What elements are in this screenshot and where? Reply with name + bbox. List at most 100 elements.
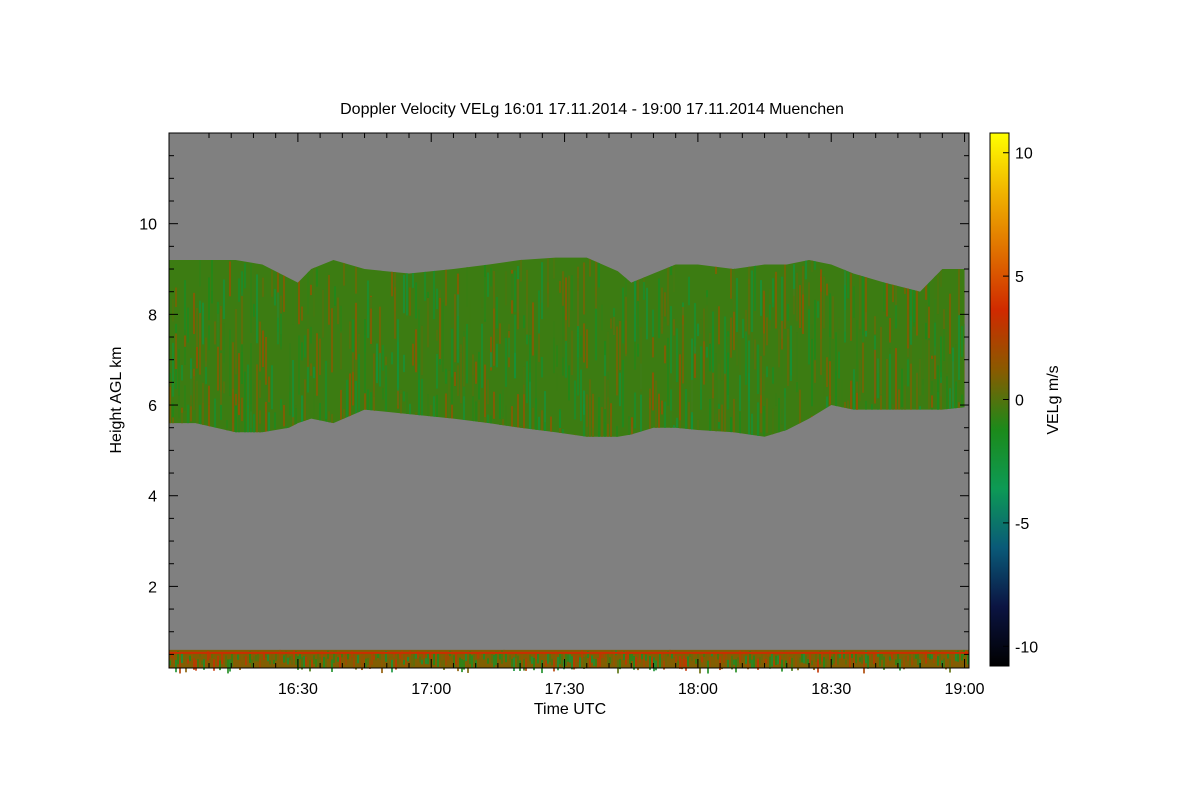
boundary-streak xyxy=(605,657,607,662)
cloud-streak xyxy=(850,273,852,341)
boundary-streak xyxy=(525,658,527,671)
boundary-streak xyxy=(407,657,409,662)
cloud-streak xyxy=(724,316,726,377)
cloud-streak xyxy=(586,394,588,427)
cloud-streak xyxy=(565,277,567,321)
boundary-streak xyxy=(509,654,511,660)
boundary-streak xyxy=(679,656,681,669)
cloud-streak xyxy=(280,399,282,411)
cloud-streak xyxy=(766,366,768,378)
cloud-streak xyxy=(304,335,306,358)
cloud-streak xyxy=(490,352,492,368)
cloud-streak xyxy=(472,358,474,397)
boundary-streak xyxy=(275,652,277,662)
x-tick-label: 18:30 xyxy=(811,681,851,698)
boundary-streak xyxy=(357,655,359,664)
boundary-streak xyxy=(857,657,859,664)
cloud-streak xyxy=(742,318,744,339)
boundary-streak xyxy=(709,657,711,668)
boundary-streak xyxy=(413,653,415,667)
boundary-streak xyxy=(575,654,577,669)
boundary-streak xyxy=(639,652,641,663)
cloud-streak xyxy=(583,262,585,315)
cloud-streak xyxy=(514,352,516,378)
cloud-streak xyxy=(415,329,417,373)
cloud-streak xyxy=(790,349,792,376)
cloud-streak xyxy=(529,335,531,382)
cloud-streak xyxy=(436,288,438,310)
cloud-streak xyxy=(625,297,627,357)
cloud-streak xyxy=(877,358,879,399)
boundary-streak xyxy=(507,659,509,667)
cloud-streak xyxy=(370,297,372,309)
boundary-streak xyxy=(351,650,353,658)
cloud-streak xyxy=(193,376,195,410)
boundary-streak xyxy=(523,659,525,671)
boundary-streak xyxy=(677,660,679,666)
cloud-streak xyxy=(676,328,678,383)
cloud-streak xyxy=(727,331,729,395)
boundary-streak xyxy=(223,655,225,661)
boundary-streak xyxy=(759,657,761,665)
cloud-streak xyxy=(838,351,840,379)
cloud-streak xyxy=(352,352,354,373)
cloud-streak xyxy=(463,336,465,387)
cloud-streak xyxy=(541,357,543,378)
cloud-streak xyxy=(448,370,450,424)
boundary-streak xyxy=(911,657,913,666)
boundary-streak xyxy=(903,657,905,670)
boundary-streak xyxy=(659,653,661,668)
cloud-streak xyxy=(943,329,945,361)
cloud-streak xyxy=(565,340,567,378)
cloud-streak xyxy=(316,333,318,396)
cloud-streak xyxy=(748,279,750,335)
boundary-streak xyxy=(255,655,257,662)
cloud-streak xyxy=(241,344,243,384)
cloud-streak xyxy=(454,294,456,363)
boundary-streak xyxy=(201,660,203,665)
boundary-streak xyxy=(197,659,199,669)
boundary-streak xyxy=(283,655,285,663)
cloud-streak xyxy=(298,335,300,395)
boundary-streak xyxy=(573,655,575,670)
cloud-streak xyxy=(403,274,405,314)
cloud-streak xyxy=(604,340,606,356)
boundary-streak xyxy=(371,653,373,665)
boundary-streak xyxy=(437,653,439,667)
boundary-streak xyxy=(707,660,709,674)
cloud-streak xyxy=(667,337,669,406)
cloud-streak xyxy=(796,272,798,322)
cloud-streak xyxy=(244,371,246,436)
boundary-streak xyxy=(683,655,685,667)
cloud-streak xyxy=(580,335,582,358)
cloud-streak xyxy=(235,393,237,406)
boundary-layer-line xyxy=(169,651,969,654)
boundary-streak xyxy=(545,660,547,667)
cloud-streak xyxy=(619,320,621,371)
cloud-streak xyxy=(847,271,849,299)
cloud-streak xyxy=(301,342,303,361)
cloud-streak xyxy=(220,305,222,325)
cloud-streak xyxy=(277,292,279,345)
boundary-streak xyxy=(457,659,459,672)
cloud-streak xyxy=(421,325,423,376)
cloud-streak xyxy=(832,296,834,339)
cloud-streak xyxy=(190,378,192,407)
boundary-streak xyxy=(723,653,725,663)
boundary-streak xyxy=(731,655,733,670)
cloud-streak xyxy=(451,328,453,377)
boundary-streak xyxy=(635,656,637,667)
y-tick-label: 4 xyxy=(148,489,157,506)
cloud-streak xyxy=(637,300,639,357)
cloud-streak xyxy=(760,280,762,316)
cloud-streak xyxy=(706,297,708,329)
boundary-streak xyxy=(337,657,339,662)
cloud-streak xyxy=(934,270,936,323)
boundary-streak xyxy=(729,655,731,661)
boundary-streak xyxy=(251,659,253,668)
boundary-streak xyxy=(279,649,281,661)
cloud-streak xyxy=(739,332,741,373)
cloud-streak xyxy=(625,276,627,296)
cloud-streak xyxy=(397,319,399,380)
cloud-streak xyxy=(949,293,951,354)
